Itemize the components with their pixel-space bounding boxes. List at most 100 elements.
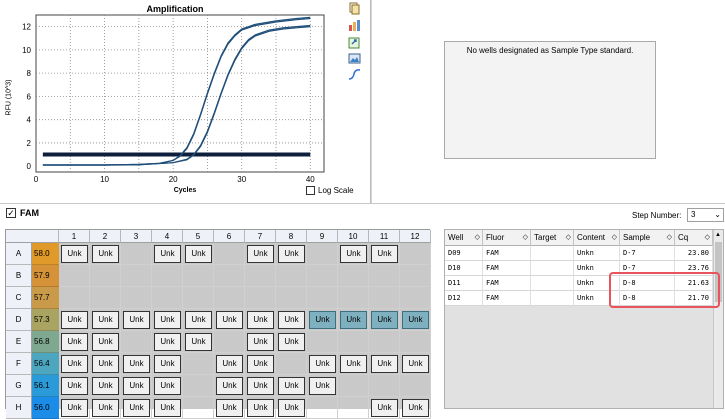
plate-well[interactable] [276, 353, 307, 375]
well-sample[interactable]: Unk [278, 377, 305, 395]
well-sample[interactable]: Unk [154, 245, 181, 263]
well-sample[interactable]: Unk [92, 355, 119, 373]
plate-well[interactable] [400, 375, 431, 397]
row-header[interactable]: D [6, 309, 32, 331]
plate-well[interactable] [307, 243, 338, 265]
plate-well[interactable]: Unk [400, 309, 431, 331]
plate-well[interactable]: Unk [307, 309, 338, 331]
plate-well[interactable] [245, 265, 276, 287]
plate-well[interactable]: Unk [245, 375, 276, 397]
plate-well[interactable]: Unk [90, 353, 121, 375]
well-sample[interactable]: Unk [371, 245, 398, 263]
plate-well[interactable]: Unk [245, 309, 276, 331]
plate-well[interactable]: Unk [152, 375, 183, 397]
panel-divider-horizontal[interactable] [0, 203, 725, 204]
well-sample[interactable]: Unk [61, 355, 88, 373]
plate-well[interactable]: Unk [307, 353, 338, 375]
plate-well[interactable]: Unk [214, 353, 245, 375]
sort-icon[interactable]: ◇ [475, 230, 480, 246]
plate-well[interactable] [121, 243, 152, 265]
well-sample[interactable]: Unk [402, 399, 429, 417]
plate-well[interactable]: Unk [90, 331, 121, 353]
plate-well[interactable] [276, 265, 307, 287]
well-sample[interactable]: Unk [340, 355, 367, 373]
well-sample[interactable]: Unk [154, 333, 181, 351]
plate-well[interactable] [183, 375, 214, 397]
plate-well[interactable]: Unk [276, 375, 307, 397]
plate-well[interactable]: Unk [245, 397, 276, 419]
well-sample-selected[interactable]: Unk [340, 311, 367, 329]
column-header[interactable]: 11 [369, 230, 400, 243]
column-header[interactable]: 2 [90, 230, 121, 243]
column-header[interactable]: 5 [183, 230, 214, 243]
log-scale-checkbox[interactable] [306, 186, 315, 195]
plate-well[interactable] [214, 243, 245, 265]
column-header[interactable]: 4 [152, 230, 183, 243]
plate-well[interactable]: Unk [369, 397, 400, 419]
results-header-target[interactable]: Target ◇ [531, 230, 574, 246]
plate-well[interactable]: Unk [276, 309, 307, 331]
plate-well[interactable] [183, 265, 214, 287]
plate-well[interactable]: Unk [90, 397, 121, 419]
plate-well[interactable]: Unk [276, 397, 307, 419]
plate-well[interactable]: Unk [152, 309, 183, 331]
plate-well[interactable]: Unk [59, 309, 90, 331]
log-scale-toggle[interactable]: Log Scale [306, 186, 354, 195]
plate-well[interactable]: Unk [152, 353, 183, 375]
well-sample-selected[interactable]: Unk [309, 311, 336, 329]
plate-well[interactable]: Unk [121, 309, 152, 331]
sort-icon[interactable]: ◇ [667, 230, 672, 246]
column-header[interactable]: 3 [121, 230, 152, 243]
well-sample[interactable]: Unk [123, 377, 150, 395]
plate-well[interactable] [338, 265, 369, 287]
results-header-well[interactable]: Well ◇ [445, 230, 483, 246]
well-sample[interactable]: Unk [92, 399, 119, 417]
plate-well[interactable]: Unk [214, 309, 245, 331]
well-sample[interactable]: Unk [309, 377, 336, 395]
plate-well[interactable] [369, 375, 400, 397]
plate-well[interactable]: Unk [121, 375, 152, 397]
plate-well[interactable]: Unk [400, 397, 431, 419]
row-header[interactable]: E [6, 331, 32, 353]
fam-checkbox[interactable]: ✓ [6, 208, 16, 218]
plate-well[interactable]: Unk [59, 397, 90, 419]
plate-well[interactable] [214, 331, 245, 353]
well-sample[interactable]: Unk [247, 245, 274, 263]
plate-well[interactable]: Unk [338, 353, 369, 375]
column-header[interactable]: 8 [276, 230, 307, 243]
column-header[interactable]: 1 [59, 230, 90, 243]
well-sample[interactable]: Unk [216, 377, 243, 395]
plate-well[interactable]: Unk [276, 331, 307, 353]
well-sample[interactable]: Unk [278, 333, 305, 351]
well-sample[interactable]: Unk [216, 355, 243, 373]
plate-well[interactable]: Unk [90, 243, 121, 265]
sort-icon[interactable]: ◇ [566, 230, 571, 246]
plate-well[interactable]: Unk [369, 353, 400, 375]
plate-well[interactable] [152, 287, 183, 309]
results-header-cq[interactable]: Cq ◇ [675, 230, 713, 246]
plate-well[interactable]: Unk [59, 331, 90, 353]
plate-well[interactable] [400, 243, 431, 265]
well-sample[interactable]: Unk [340, 245, 367, 263]
plate-well[interactable]: Unk [369, 243, 400, 265]
plate-well[interactable] [369, 331, 400, 353]
well-sample[interactable]: Unk [371, 399, 398, 417]
well-sample[interactable]: Unk [247, 355, 274, 373]
plate-well[interactable]: Unk [152, 243, 183, 265]
well-sample[interactable]: Unk [123, 399, 150, 417]
plate-well[interactable]: Unk [121, 353, 152, 375]
plate-well[interactable] [90, 265, 121, 287]
well-sample[interactable]: Unk [402, 355, 429, 373]
well-sample[interactable]: Unk [247, 333, 274, 351]
image-export-icon[interactable] [348, 52, 361, 65]
well-sample[interactable]: Unk [185, 245, 212, 263]
plate-well[interactable] [90, 287, 121, 309]
well-sample[interactable]: Unk [92, 377, 119, 395]
well-sample[interactable]: Unk [278, 311, 305, 329]
row-header[interactable]: H [6, 397, 32, 419]
sort-icon[interactable]: ◇ [523, 230, 528, 246]
plate-well[interactable] [121, 265, 152, 287]
row-header[interactable]: G [6, 375, 32, 397]
well-sample[interactable]: Unk [92, 333, 119, 351]
plate-well[interactable] [400, 287, 431, 309]
